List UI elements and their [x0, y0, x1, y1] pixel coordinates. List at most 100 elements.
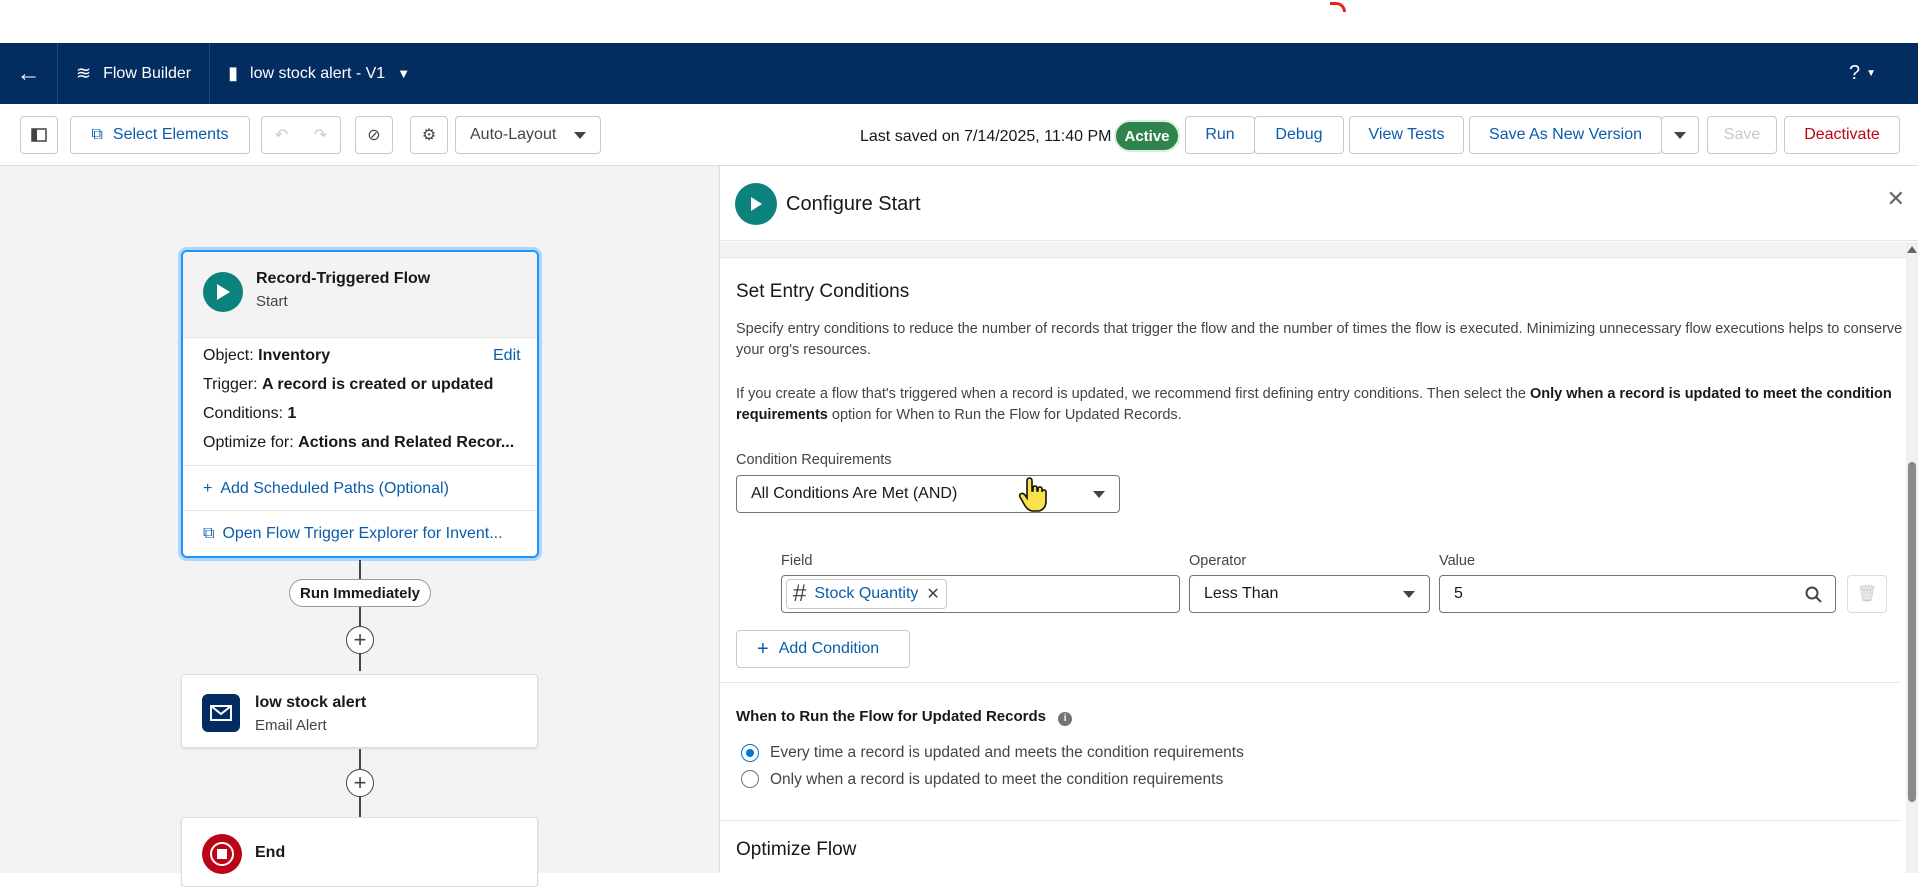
start-card-header: Record-Triggered Flow Start: [183, 252, 537, 338]
divider: [183, 465, 537, 466]
radio-only-when[interactable]: [741, 770, 759, 788]
save-label: Save: [1723, 126, 1761, 143]
field-label: Field: [781, 553, 813, 569]
flow-builder-app[interactable]: ≋ Flow Builder: [58, 43, 211, 104]
field-pill[interactable]: # Stock Quantity ✕: [786, 579, 947, 609]
radio-every-time[interactable]: [741, 744, 759, 762]
stop-glyph: [210, 842, 234, 866]
delete-condition-button[interactable]: 🗑: [1847, 575, 1887, 613]
search-icon: [1805, 586, 1822, 603]
play-glyph: [751, 197, 762, 211]
divider: [720, 820, 1900, 821]
layout-dropdown[interactable]: Auto-Layout: [455, 116, 601, 154]
view-tests-button[interactable]: View Tests: [1349, 116, 1464, 154]
divider: [720, 682, 1900, 683]
condition-requirements-label: Condition Requirements: [736, 452, 892, 468]
scroll-up-icon[interactable]: [1907, 246, 1917, 253]
when-to-run-text: When to Run the Flow for Updated Records: [736, 708, 1046, 725]
redo-icon[interactable]: ↷: [314, 125, 327, 145]
para-text: option for When to Run the Flow for Upda…: [827, 407, 1182, 423]
add-condition-button[interactable]: + Add Condition: [736, 630, 910, 668]
toolbar: ⧉ Select Elements ↶ ↷ ⊘ ⚙ Auto-Layout La…: [0, 104, 1918, 166]
flow-name: low stock alert - V1: [250, 64, 386, 82]
flow-name-menu[interactable]: ▮ low stock alert - V1 ▼: [210, 43, 428, 104]
add-element-button[interactable]: +: [346, 626, 374, 654]
app-header: ← ≋ Flow Builder ▮ low stock alert - V1 …: [0, 43, 1918, 104]
chevron-down-icon: ▼: [397, 66, 411, 81]
settings-button[interactable]: ⚙: [410, 116, 448, 154]
condition-requirements-select[interactable]: All Conditions Are Met (AND): [736, 475, 1120, 513]
operator-select[interactable]: Less Than: [1189, 575, 1430, 613]
debug-button[interactable]: Debug: [1254, 116, 1344, 154]
deactivate-button[interactable]: Deactivate: [1784, 116, 1900, 154]
help-menu[interactable]: ? ▼: [1831, 43, 1894, 104]
section-title: Set Entry Conditions: [736, 281, 910, 302]
flow-builder-icon: ≋: [76, 63, 92, 83]
radio-every-time-label: Every time a record is updated and meets…: [770, 744, 1244, 761]
object-label: Object:: [203, 347, 254, 364]
save-options-button[interactable]: [1661, 116, 1699, 154]
object-value: Inventory: [258, 347, 331, 364]
entry-conditions-description: Specify entry conditions to reduce the n…: [736, 321, 1903, 358]
field-combobox[interactable]: # Stock Quantity ✕: [781, 575, 1180, 613]
end-node[interactable]: End: [181, 817, 538, 887]
conditions-value: 1: [287, 405, 297, 422]
email-node-title: low stock alert: [255, 694, 367, 711]
play-glyph: [217, 284, 230, 300]
operator-value: Less Than: [1204, 585, 1279, 602]
remove-icon[interactable]: ✕: [926, 584, 939, 604]
start-element-card[interactable]: Record-Triggered Flow Start Object: Inve…: [181, 250, 539, 558]
entry-conditions-recommendation: If you create a flow that's triggered wh…: [736, 384, 1911, 426]
select-elements-button[interactable]: ⧉ Select Elements: [70, 116, 250, 154]
edit-link[interactable]: Edit: [493, 347, 521, 365]
panel-header: Configure Start ✕: [720, 166, 1918, 241]
trigger-value: A record is created or updated: [261, 376, 494, 393]
optimize-flow-title: Optimize Flow: [736, 839, 857, 860]
gear-icon: ⚙: [421, 127, 437, 144]
envelope-glyph: [210, 705, 232, 721]
field-pill-label: Stock Quantity: [814, 585, 919, 602]
add-scheduled-paths-link[interactable]: + Add Scheduled Paths (Optional): [203, 480, 449, 498]
back-button[interactable]: ←: [0, 43, 58, 104]
clear-button[interactable]: ⊘: [355, 116, 393, 154]
panel-title: Configure Start: [786, 193, 921, 215]
value-input[interactable]: 5: [1439, 575, 1836, 613]
add-condition-label: Add Condition: [778, 640, 880, 657]
optimize-label: Optimize for:: [203, 434, 294, 451]
condition-requirements-value: All Conditions Are Met (AND): [751, 485, 958, 502]
undo-redo-group: ↶ ↷: [261, 116, 341, 154]
hand-cursor-icon: [1018, 477, 1047, 512]
open-trigger-explorer-link[interactable]: ⧉ Open Flow Trigger Explorer for Invent..…: [203, 525, 503, 543]
number-icon: #: [793, 580, 807, 607]
conditions-label: Conditions:: [203, 405, 284, 422]
email-alert-node[interactable]: low stock alert Email Alert: [181, 674, 538, 748]
stop-icon: [202, 834, 242, 874]
scrollbar-thumb[interactable]: [1908, 462, 1916, 802]
plus-icon: +: [353, 627, 367, 652]
trash-icon: 🗑: [1856, 586, 1878, 603]
close-icon[interactable]: ✕: [1887, 186, 1905, 212]
top-blank-area: [0, 0, 1918, 43]
info-icon[interactable]: i: [1058, 712, 1073, 726]
chevron-down-icon: [1403, 591, 1415, 598]
undo-icon[interactable]: ↶: [275, 125, 288, 145]
save-button[interactable]: Save: [1707, 116, 1777, 154]
add-paths-label: Add Scheduled Paths (Optional): [220, 480, 449, 497]
deactivate-label: Deactivate: [1804, 126, 1880, 143]
save-new-version-label: Save As New Version: [1489, 126, 1642, 143]
run-immediately-label[interactable]: Run Immediately: [289, 579, 431, 607]
plus-icon: +: [757, 637, 769, 660]
run-button[interactable]: Run: [1185, 116, 1255, 154]
play-icon: [203, 272, 243, 312]
end-node-title: End: [255, 844, 286, 861]
toggle-panel-button[interactable]: [20, 116, 58, 154]
email-node-subtitle: Email Alert: [255, 717, 327, 734]
para-text: If you create a flow that's triggered wh…: [736, 386, 1530, 402]
save-new-version-button[interactable]: Save As New Version: [1469, 116, 1662, 154]
add-element-button[interactable]: +: [346, 769, 374, 797]
panel-scrollbar[interactable]: [1906, 242, 1918, 873]
chevron-down-icon: [1674, 132, 1686, 139]
email-icon: [202, 694, 240, 732]
operator-label: Operator: [1189, 553, 1247, 569]
back-arrow-icon: ←: [16, 59, 41, 87]
